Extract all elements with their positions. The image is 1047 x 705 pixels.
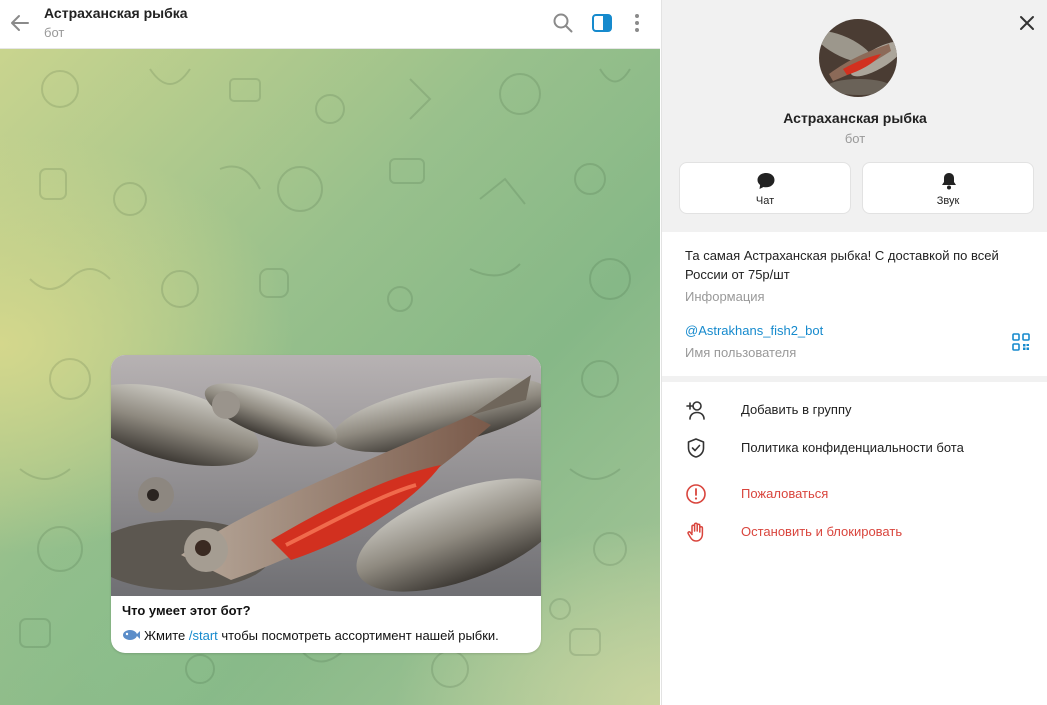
alert-circle-icon — [686, 484, 706, 504]
close-icon[interactable] — [1016, 12, 1038, 34]
profile-pane: Астраханская рыбка бот Чат Звук Та самая… — [661, 0, 1047, 705]
profile-name: Астраханская рыбка — [783, 110, 927, 126]
sound-button[interactable]: Звук — [862, 162, 1034, 214]
chat-title[interactable]: Астраханская рыбка — [44, 5, 188, 21]
chat-subtitle: бот — [44, 25, 65, 40]
add-to-group-label: Добавить в группу — [741, 402, 852, 417]
chat-background: Что умеет этот бот? Жмите /start чтобы п… — [0, 49, 660, 705]
sound-button-label: Звук — [936, 195, 960, 207]
bot-username[interactable]: @Astrakhans_fish2_bot — [685, 323, 823, 338]
profile-header: Астраханская рыбка бот Чат Звук — [662, 0, 1047, 232]
add-user-icon — [686, 401, 705, 420]
info-block: Та самая Астраханская рыбка! С доставкой… — [662, 232, 1047, 376]
privacy-policy-label: Политика конфиденциальности бота — [741, 440, 964, 455]
message-text-after: чтобы посмотреть ассортимент нашей рыбки… — [221, 628, 499, 643]
stop-and-block-label: Остановить и блокировать — [741, 524, 903, 539]
back-arrow-icon[interactable] — [8, 11, 32, 35]
search-icon[interactable] — [551, 11, 575, 35]
shield-icon — [687, 438, 705, 458]
chat-pane: Астраханская рыбка бот Что умеет этот бо… — [0, 0, 660, 705]
message-title: Что умеет этот бот? — [122, 603, 251, 618]
bot-description: Та самая Астраханская рыбка! С доставкой… — [685, 248, 999, 282]
message-text-before: Жмите — [144, 628, 186, 643]
bot-info-message: Что умеет этот бот? Жмите /start чтобы п… — [111, 355, 541, 653]
hand-stop-icon — [687, 522, 704, 542]
stop-and-block-item[interactable]: Остановить и блокировать — [662, 515, 1047, 549]
chat-header: Астраханская рыбка бот — [0, 0, 660, 49]
report-label: Пожаловаться — [741, 486, 829, 501]
qr-code-icon[interactable] — [1012, 333, 1030, 351]
add-to-group-item[interactable]: Добавить в группу — [662, 393, 1047, 427]
message-text: Жмите /start чтобы посмотреть ассортимен… — [122, 628, 499, 643]
username-label: Имя пользователя — [685, 345, 797, 360]
start-command-link[interactable]: /start — [189, 628, 218, 643]
chat-bubble-icon — [757, 173, 775, 189]
profile-subtitle: бот — [844, 131, 866, 146]
dried-fish-photo — [111, 355, 541, 596]
avatar[interactable] — [819, 19, 897, 97]
description-label: Информация — [685, 289, 765, 304]
fish-emoji-icon — [123, 630, 140, 640]
chat-button-label: Чат — [755, 195, 775, 207]
more-vertical-icon[interactable] — [625, 11, 649, 35]
section-separator — [662, 376, 1047, 382]
report-item[interactable]: Пожаловаться — [662, 477, 1047, 511]
privacy-policy-item[interactable]: Политика конфиденциальности бота — [662, 431, 1047, 465]
bell-icon — [942, 173, 956, 190]
sidebar-toggle-icon[interactable] — [590, 11, 614, 35]
chat-button[interactable]: Чат — [679, 162, 851, 214]
